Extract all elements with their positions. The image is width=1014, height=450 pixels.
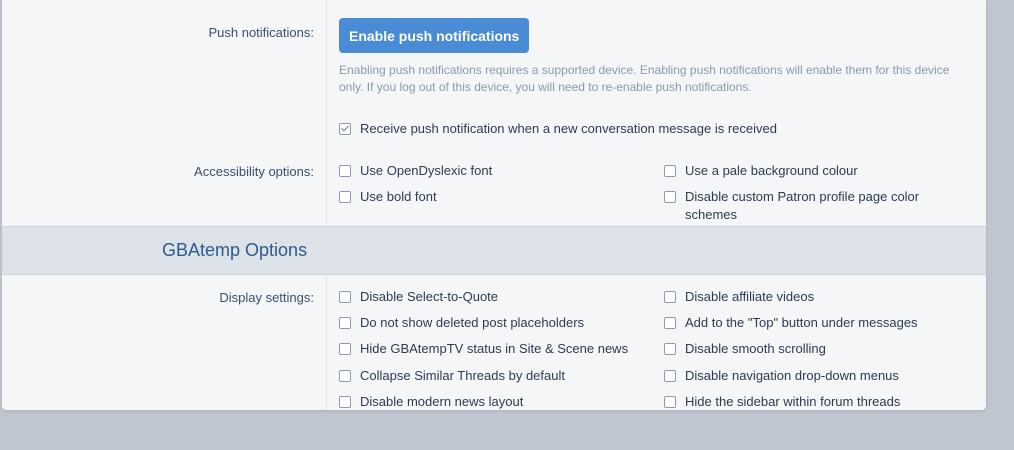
option-label: Collapse Similar Threads by default bbox=[360, 368, 565, 383]
option-pale-background[interactable]: Use a pale background colour bbox=[664, 162, 964, 180]
checkbox[interactable] bbox=[339, 191, 351, 203]
option-disable-modern-news-layout[interactable]: Disable modern news layout bbox=[339, 393, 639, 410]
push-notifications-label: Push notifications: bbox=[208, 25, 314, 40]
accessibility-options-label: Accessibility options: bbox=[194, 164, 314, 179]
display-settings-label: Display settings: bbox=[219, 290, 314, 305]
option-top-button[interactable]: Add to the "Top" button under messages bbox=[664, 314, 964, 332]
option-label: Disable navigation drop-down menus bbox=[685, 368, 899, 383]
checkbox[interactable] bbox=[339, 343, 351, 355]
option-label: Add to the "Top" button under messages bbox=[685, 315, 918, 330]
checkbox[interactable] bbox=[664, 317, 676, 329]
option-hide-deleted-placeholders[interactable]: Do not show deleted post placeholders bbox=[339, 314, 639, 332]
option-bold-font[interactable]: Use bold font bbox=[339, 188, 639, 206]
option-label: Receive push notification when a new con… bbox=[360, 121, 777, 136]
option-label: Disable custom Patron profile page color… bbox=[685, 189, 920, 222]
option-label: Hide GBAtempTV status in Site & Scene ne… bbox=[360, 341, 629, 356]
option-conversation-push[interactable]: Receive push notification when a new con… bbox=[339, 120, 777, 138]
option-disable-affiliate-videos[interactable]: Disable affiliate videos bbox=[664, 288, 964, 306]
option-label: Hide the sidebar within forum threads bbox=[685, 394, 901, 409]
checkbox[interactable] bbox=[664, 343, 676, 355]
option-opendyslexic-font[interactable]: Use OpenDyslexic font bbox=[339, 162, 639, 180]
checkbox[interactable] bbox=[664, 396, 676, 408]
push-notifications-hint: Enabling push notifications requires a s… bbox=[339, 63, 950, 94]
option-label: Disable affiliate videos bbox=[685, 289, 815, 304]
option-hide-sidebar-in-threads[interactable]: Hide the sidebar within forum threads bbox=[664, 393, 964, 410]
checkbox[interactable] bbox=[339, 291, 351, 303]
preferences-panel: Push notifications: Enable push notifica… bbox=[2, 0, 986, 410]
checkbox[interactable] bbox=[664, 291, 676, 303]
option-label: Do not show deleted post placeholders bbox=[360, 315, 585, 330]
checkbox[interactable] bbox=[339, 370, 351, 382]
option-collapse-similar-threads[interactable]: Collapse Similar Threads by default bbox=[339, 367, 639, 385]
option-disable-select-to-quote[interactable]: Disable Select-to-Quote bbox=[339, 288, 639, 306]
option-label: Disable smooth scrolling bbox=[685, 341, 826, 356]
checkbox[interactable] bbox=[339, 396, 351, 408]
checkbox[interactable] bbox=[339, 123, 351, 135]
option-label: Use OpenDyslexic font bbox=[360, 163, 493, 178]
checkbox[interactable] bbox=[664, 370, 676, 382]
option-hide-gbatemptv-status[interactable]: Hide GBAtempTV status in Site & Scene ne… bbox=[339, 340, 639, 358]
checkbox[interactable] bbox=[339, 165, 351, 177]
section-title: GBAtemp Options bbox=[162, 240, 308, 260]
label-column bbox=[2, 0, 327, 410]
enable-push-notifications-button[interactable]: Enable push notifications bbox=[339, 18, 530, 53]
option-label: Disable modern news layout bbox=[360, 394, 524, 409]
option-disable-nav-dropdowns[interactable]: Disable navigation drop-down menus bbox=[664, 367, 964, 385]
gbatemp-options-header: GBAtemp Options bbox=[2, 226, 986, 275]
checkbox[interactable] bbox=[664, 191, 676, 203]
checkbox[interactable] bbox=[664, 165, 676, 177]
option-label: Use a pale background colour bbox=[685, 163, 858, 178]
option-disable-patron-color-schemes[interactable]: Disable custom Patron profile page color… bbox=[664, 188, 949, 224]
option-disable-smooth-scrolling[interactable]: Disable smooth scrolling bbox=[664, 340, 964, 358]
option-label: Use bold font bbox=[360, 189, 437, 204]
option-label: Disable Select-to-Quote bbox=[360, 289, 499, 304]
checkbox[interactable] bbox=[339, 317, 351, 329]
